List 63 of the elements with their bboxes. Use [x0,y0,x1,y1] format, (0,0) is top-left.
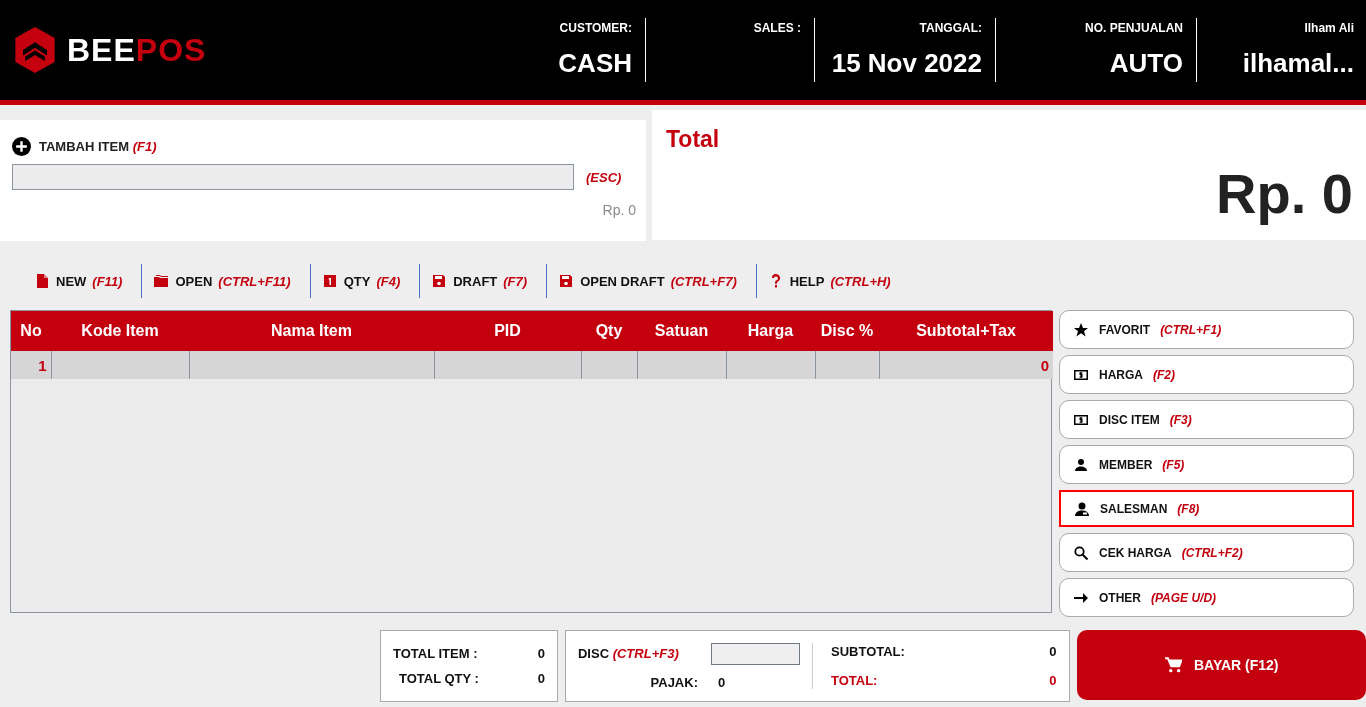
column-header[interactable]: Nama Item [189,311,434,351]
summary-value: 0 [1049,673,1057,688]
item-input-field[interactable] [12,164,574,190]
action-button[interactable]: FAVORIT (CTRL+F1) [1059,310,1354,349]
discount-label: DISC (CTRL+F3) [578,646,679,661]
toolbar-button[interactable]: OPEN DRAFT (CTRL+F7) [547,264,756,298]
total-title: Total [666,126,721,153]
toolbar-button[interactable]: DRAFT (F7) [420,264,547,298]
toolbar-button[interactable]: OPEN (CTRL+F11) [142,264,310,298]
file-icon [34,273,50,289]
summary-label: SUBTOTAL: [831,644,905,659]
pay-button[interactable]: BAYAR (F12) [1076,630,1366,700]
toolbar-button[interactable]: HELP (CTRL+H) [756,264,910,298]
field-label: CUSTOMER: [559,21,632,35]
add-item-label: TAMBAH ITEM (F1) [39,138,157,154]
star-icon [1073,321,1089,338]
field-value: CASH [558,48,632,79]
column-header[interactable]: Disc % [815,311,879,351]
column-header[interactable]: Qty [581,311,637,351]
action-button[interactable]: HARGA (F2) [1059,355,1354,394]
field-label: SALES : [753,21,801,35]
summary-value: 0 [718,674,726,690]
field-label: Ilham Ali [1304,21,1354,35]
toolbar-button[interactable]: NEW (F11) [24,264,142,298]
field-value: ilhamal... [1242,48,1354,79]
total-amount: Rp. 0 [1215,161,1353,226]
summary-value: 0 [1049,644,1057,659]
column-header[interactable]: Satuan [637,311,726,351]
column-header[interactable]: No [11,311,51,351]
plus-icon [12,136,31,156]
toolbar-button[interactable]: QTY (F4) [310,264,420,298]
item-price: Rp. 0 [601,202,636,218]
cart-icon [1163,656,1182,674]
column-header[interactable]: Kode Item [51,311,189,351]
action-button[interactable]: CEK HARGA (CTRL+F2) [1059,533,1354,572]
logo-text: BEEPOS [67,31,207,69]
person-badge-icon [1074,500,1090,517]
action-button[interactable]: OTHER (PAGE U/D) [1059,578,1354,617]
action-button[interactable]: SALESMAN (F8) [1059,490,1354,527]
logo-icon [13,26,57,74]
summary-value: 0 [537,671,545,686]
summary-label: PAJAK: [649,674,698,690]
number-one-icon [321,273,338,289]
field-label: NO. PENJUALAN [1085,21,1183,35]
table-cell: 1 [11,351,51,379]
summary-label: TOTAL QTY : [398,671,479,686]
table-cell: 0 [879,351,1053,379]
summary-label: TOTAL: [831,673,878,688]
column-header[interactable]: Harga [726,311,815,351]
folder-icon [153,273,170,289]
summary-value: 0 [537,646,545,661]
field-value: 15 Nov 2022 [831,48,982,79]
action-button[interactable]: MEMBER (F5) [1059,445,1354,484]
person-icon [1073,456,1089,473]
discount-input-field[interactable] [711,642,800,665]
column-header[interactable]: Subtotal+Tax [879,311,1053,351]
shortcut-label: (ESC) [586,169,622,185]
action-button[interactable]: DISC ITEM (F3) [1059,400,1354,439]
column-header[interactable]: PID [434,311,581,351]
summary-label: TOTAL ITEM : [393,646,478,661]
search-icon [1073,544,1089,561]
field-value: AUTO [1109,48,1183,79]
field-label: TANGGAL: [919,21,982,35]
